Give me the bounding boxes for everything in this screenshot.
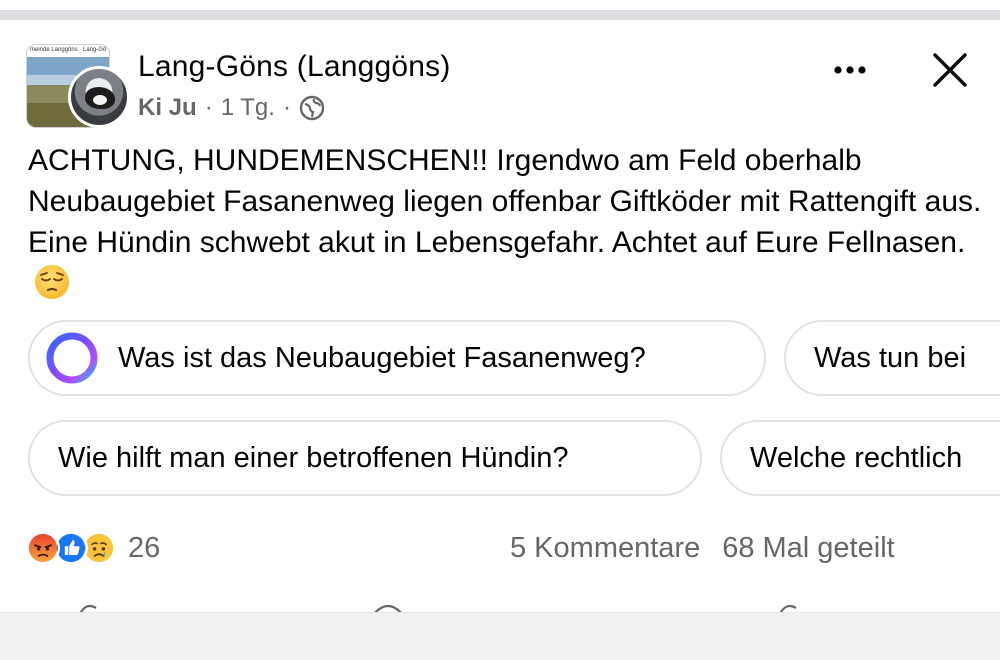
post-time-link[interactable]: 1 Tg. <box>221 94 275 122</box>
page-avatar[interactable]: meinde Langgöns · Lang-Gö <box>26 44 130 128</box>
reactions-summary[interactable]: 26 <box>26 528 160 568</box>
author-name-link[interactable]: Ki Ju <box>138 94 197 122</box>
suggestion-label: Wie hilft man einer betroffenen Hündin? <box>58 441 569 474</box>
reaction-count: 26 <box>128 531 161 564</box>
meta-separator: · <box>204 94 213 121</box>
comments-count-link[interactable]: 5 Kommentare <box>510 532 700 565</box>
page-name-link[interactable]: Lang-Göns (Langgöns) <box>138 50 451 84</box>
more-options-button[interactable] <box>828 52 872 88</box>
suggestion-label: Was tun bei <box>814 341 967 374</box>
shares-count-link[interactable]: 68 Mal geteilt <box>722 532 895 565</box>
author-avatar[interactable] <box>68 66 130 128</box>
post-body-text: ACHTUNG, HUNDEMENSCHEN!! Irgendwo am Fel… <box>28 144 982 259</box>
bottom-bar <box>0 612 1000 660</box>
meta-ai-ring-icon <box>46 332 98 384</box>
close-button[interactable] <box>924 48 976 92</box>
suggestion-chip[interactable]: Welche rechtlich <box>720 420 1000 496</box>
more-dots-icon <box>834 66 866 74</box>
suggestion-chip[interactable]: Was ist das Neubaugebiet Fasanenweg? <box>28 320 766 396</box>
post-meta: Ki Ju · 1 Tg. · <box>138 92 325 124</box>
avatar-caption: meinde Langgöns · Lang-Gö <box>30 47 107 53</box>
close-icon <box>933 53 967 87</box>
suggestion-chip[interactable]: Was tun bei <box>784 320 1000 396</box>
top-strip <box>0 0 1000 10</box>
suggestion-chip[interactable]: Wie hilft man einer betroffenen Hündin? <box>28 420 702 496</box>
dog-photo-shape <box>93 95 107 105</box>
pensive-face-emoji <box>35 265 69 299</box>
globe-icon <box>299 95 325 121</box>
post-body: ACHTUNG, HUNDEMENSCHEN!! Irgendwo am Fel… <box>28 140 988 304</box>
top-divider-bar <box>0 10 1000 20</box>
suggestion-label: Welche rechtlich <box>750 441 963 474</box>
engagement-stats: 5 Kommentare 68 Mal geteilt <box>510 528 895 568</box>
suggestion-label: Was ist das Neubaugebiet Fasanenweg? <box>118 341 646 374</box>
meta-separator: · <box>282 94 291 121</box>
angry-reaction-icon <box>26 531 60 565</box>
